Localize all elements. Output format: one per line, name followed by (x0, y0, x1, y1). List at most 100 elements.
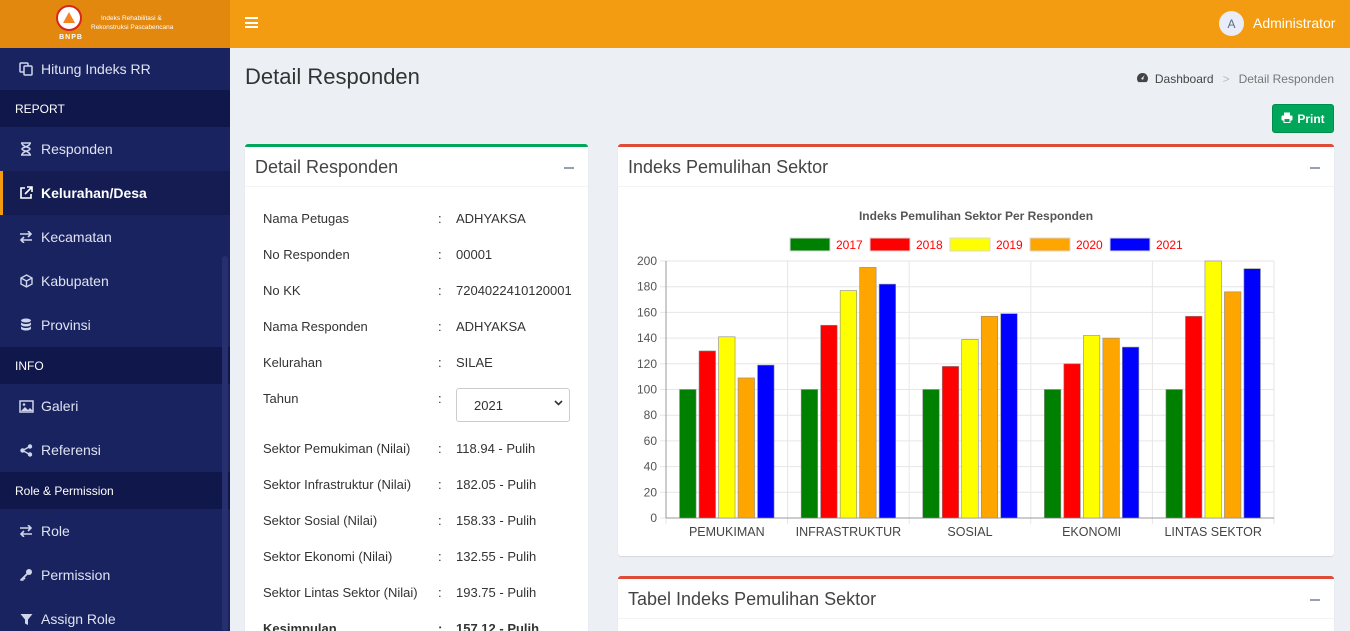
detail-value: 132.55 - Pulih (456, 549, 537, 564)
sidebar-item-provinsi[interactable]: Provinsi (0, 303, 230, 347)
detail-value: ADHYAKSA (456, 211, 526, 226)
sidebar-item-label: Hitung Indeks RR (41, 61, 151, 77)
sidebar-item-kecamatan[interactable]: Kecamatan (0, 215, 230, 259)
sidebar-item-hitung-indeks[interactable]: Hitung Indeks RR (0, 48, 230, 90)
sidebar-item-kelurahan-desa[interactable]: Kelurahan/Desa (0, 171, 230, 215)
year-select[interactable]: 2021 (456, 388, 570, 422)
bar (737, 377, 755, 519)
y-tick-label: 40 (644, 460, 658, 474)
hourglass-icon (18, 141, 34, 157)
legend-label: 2018 (916, 238, 943, 252)
table-box-title: Tabel Indeks Pemulihan Sektor (628, 589, 877, 609)
legend-swatch (789, 237, 831, 252)
detail-value: 157.12 - Pulih (456, 621, 540, 631)
bar (1063, 363, 1081, 519)
bar (980, 315, 999, 519)
x-tick-label: SOSIAL (947, 525, 992, 539)
breadcrumb-dashboard-link[interactable]: Dashboard (1155, 72, 1214, 86)
y-tick-label: 60 (644, 434, 658, 448)
sidebar-scrollbar[interactable] (222, 256, 228, 631)
detail-colon: : (438, 441, 442, 456)
detail-colon: : (438, 211, 442, 226)
detail-colon: : (438, 549, 442, 564)
filter-icon (18, 611, 34, 627)
detail-label: Sektor Lintas Sektor (Nilai) (263, 585, 418, 600)
key-icon (18, 567, 34, 583)
detail-colon: : (438, 621, 443, 631)
detail-colon: : (438, 283, 442, 298)
sidebar-item-label: Kecamatan (41, 229, 112, 245)
image-icon (18, 398, 34, 414)
logo-tagline-1: Indeks Rehabilitasi & (101, 15, 162, 22)
collapse-minus-icon[interactable] (564, 167, 574, 169)
brand-logo[interactable]: BNPB Indeks Rehabilitasi & Rekonstruksi … (0, 0, 230, 48)
legend-label: 2019 (996, 238, 1023, 252)
print-button[interactable]: Print (1272, 104, 1334, 133)
print-icon (1281, 112, 1293, 126)
sidebar-header-role-permission: Role & Permission (0, 472, 230, 509)
y-tick-label: 200 (637, 254, 657, 268)
detail-label: No KK (263, 283, 301, 298)
menu-toggle-icon[interactable] (245, 17, 258, 28)
bar (820, 324, 838, 519)
detail-colon: : (438, 391, 442, 406)
bnpb-emblem-icon (56, 5, 82, 31)
chart-title: Indeks Pemulihan Sektor Per Responden (859, 209, 1093, 223)
bar (800, 389, 818, 519)
detail-colon: : (438, 477, 442, 492)
bar (1044, 389, 1062, 519)
year-select-value: 2021 (474, 397, 503, 413)
detail-label: Nama Responden (263, 319, 368, 334)
sidebar-item-label: Responden (41, 141, 113, 157)
table-box-header: Tabel Indeks Pemulihan Sektor (618, 579, 1334, 619)
detail-colon: : (438, 319, 442, 334)
bar (922, 389, 940, 519)
top-navbar: A Administrator (230, 0, 1350, 48)
user-menu-name[interactable]: Administrator (1253, 15, 1335, 31)
bar (698, 350, 716, 519)
logo-org: BNPB (59, 34, 83, 41)
bar (1204, 260, 1222, 519)
print-label: Print (1297, 111, 1325, 126)
sidebar-item-label: Kelurahan/Desa (41, 185, 147, 201)
sidebar-item-assign-role[interactable]: Assign Role (0, 597, 230, 631)
bar (718, 336, 736, 519)
sidebar-item-galeri[interactable]: Galeri (0, 384, 230, 428)
database-icon (18, 317, 34, 333)
sidebar-item-permission[interactable]: Permission (0, 553, 230, 597)
bar (961, 339, 979, 519)
y-tick-label: 160 (637, 305, 657, 319)
sidebar-item-label: Referensi (41, 442, 101, 458)
legend-swatch (869, 237, 911, 252)
detail-value: 193.75 - Pulih (456, 585, 537, 600)
detail-label: Sektor Sosial (Nilai) (263, 513, 378, 528)
chevron-down-icon (554, 400, 563, 406)
detail-value: 182.05 - Pulih (456, 477, 537, 492)
sidebar-item-referensi[interactable]: Referensi (0, 428, 230, 472)
x-tick-label: EKONOMI (1062, 525, 1121, 539)
bar (839, 290, 857, 519)
detail-label: Kesimpulan (263, 621, 337, 631)
y-tick-label: 180 (637, 280, 657, 294)
avatar[interactable]: A (1219, 11, 1244, 36)
table-box: Tabel Indeks Pemulihan Sektor (618, 576, 1334, 631)
legend-swatch (1109, 237, 1151, 252)
bar (1102, 337, 1120, 519)
sidebar-item-responden[interactable]: Responden (0, 127, 230, 171)
sidebar-item-kabupaten[interactable]: Kabupaten (0, 259, 230, 303)
detail-value: 7204022410120001 (456, 283, 572, 298)
legend-label: 2017 (836, 238, 863, 252)
detail-box-title: Detail Responden (255, 157, 399, 177)
exchange-icon (18, 229, 34, 245)
bar (878, 283, 896, 519)
breadcrumb-separator: > (1222, 72, 1230, 86)
sidebar-item-role[interactable]: Role (0, 509, 230, 553)
y-tick-label: 80 (644, 408, 658, 422)
sidebar-item-label: Role (41, 523, 70, 539)
detail-label: No Responden (263, 247, 350, 262)
detail-colon: : (438, 355, 442, 370)
detail-colon: : (438, 513, 442, 528)
cube-icon (18, 273, 34, 289)
collapse-minus-icon[interactable] (1310, 599, 1320, 601)
legend-swatch (1029, 237, 1071, 252)
